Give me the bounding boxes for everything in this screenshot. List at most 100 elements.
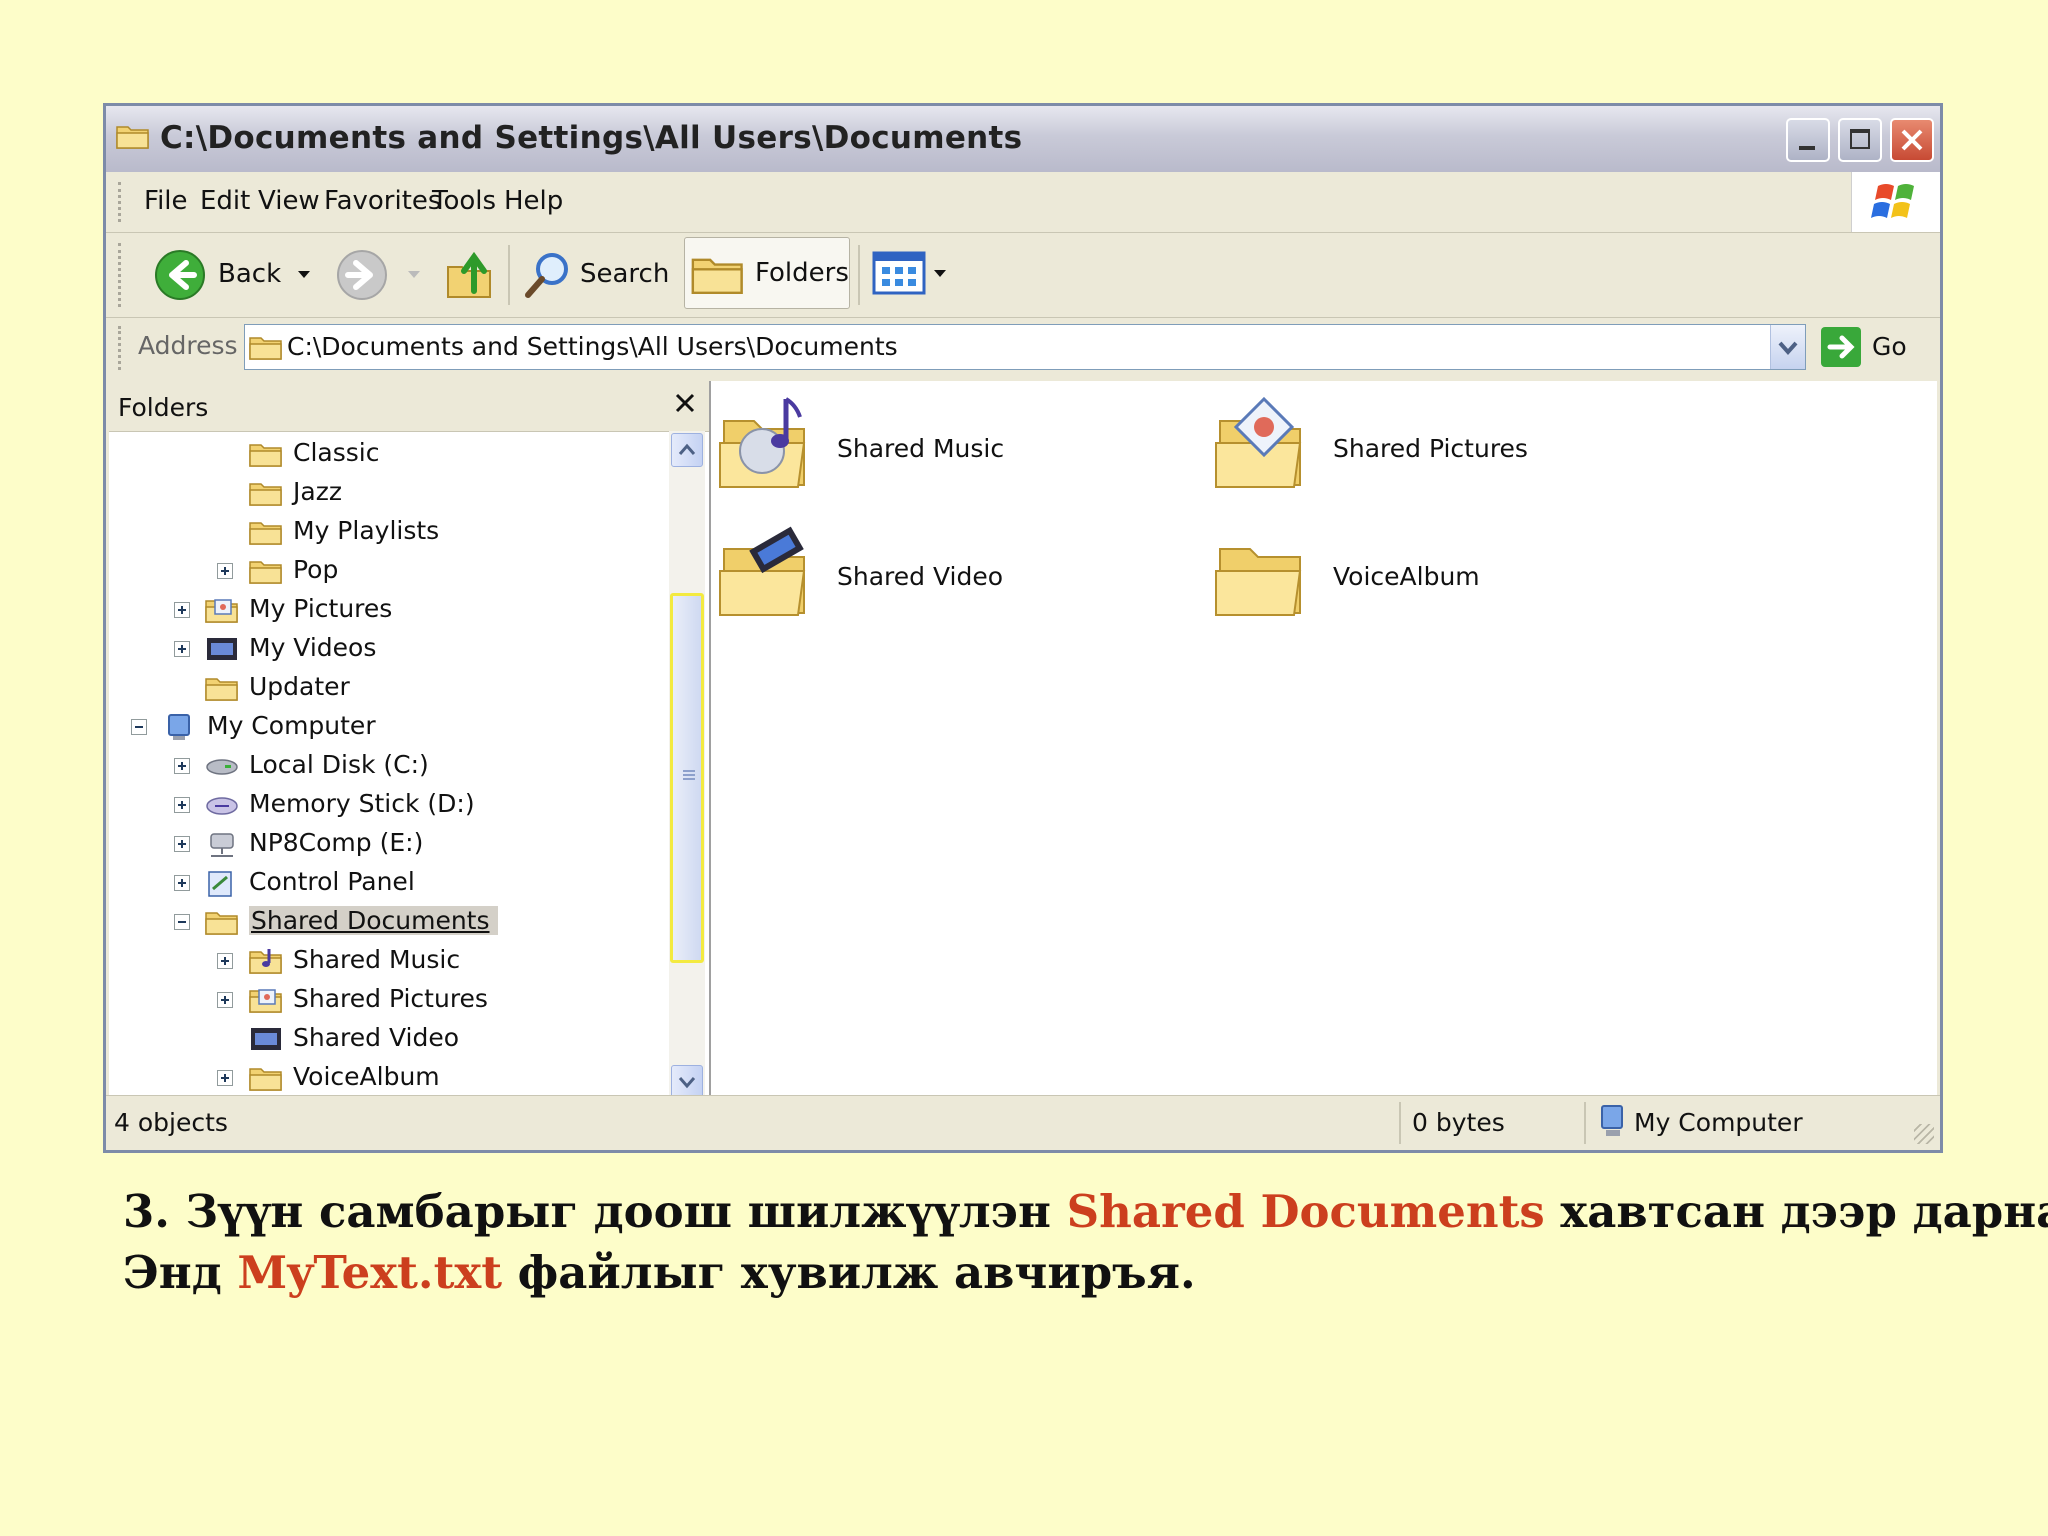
expand-icon[interactable] <box>217 563 233 579</box>
tree-item[interactable]: Shared Music <box>109 943 665 979</box>
tree-item[interactable]: Shared Video <box>109 1021 665 1057</box>
forward-arrow-icon <box>337 250 387 300</box>
toolbar-grip[interactable] <box>118 326 125 370</box>
caption-text: Энд <box>123 1246 238 1299</box>
tree-item[interactable]: Updater <box>109 670 665 706</box>
collapse-icon[interactable] <box>131 719 147 735</box>
memory-stick-icon <box>206 797 238 815</box>
content-item-voicealbum[interactable]: VoiceAlbum <box>1212 519 1512 629</box>
menu-bar: File Edit View Favorites Tools Help <box>106 172 1940 233</box>
toolbar-grip[interactable] <box>118 243 125 307</box>
folders-scrollbar[interactable] <box>669 431 705 1099</box>
close-button[interactable] <box>1890 118 1934 162</box>
scroll-down-button[interactable] <box>671 1065 703 1099</box>
content-item-label: Shared Pictures <box>1333 434 1528 463</box>
tree-item[interactable]: My Computer <box>109 709 665 745</box>
tree-item[interactable]: My Playlists <box>109 514 665 550</box>
tree-item-label: Control Panel <box>249 867 415 896</box>
forward-button[interactable] <box>336 247 426 303</box>
search-button[interactable]: Search <box>522 247 672 303</box>
menu-view[interactable]: View <box>258 186 320 216</box>
chevron-down-icon <box>1778 341 1798 356</box>
tree-item[interactable]: Jazz <box>109 475 665 511</box>
close-pane-icon[interactable] <box>671 389 699 417</box>
expand-icon[interactable] <box>174 797 190 813</box>
status-divider <box>1584 1102 1586 1144</box>
folder-icon <box>205 673 239 703</box>
caption-highlight: Shared Documents <box>1066 1185 1545 1238</box>
tree-item-label: Memory Stick (D:) <box>249 789 475 818</box>
expand-icon[interactable] <box>174 875 190 891</box>
folders-button[interactable]: Folders <box>684 237 850 309</box>
resize-grip-icon[interactable] <box>1914 1124 1934 1144</box>
address-input[interactable]: C:\Documents and Settings\All Users\Docu… <box>244 324 1806 370</box>
menu-tools[interactable]: Tools <box>432 186 496 216</box>
tree-item-label: My Playlists <box>293 516 440 545</box>
go-label: Go <box>1872 332 1907 361</box>
address-dropdown-button[interactable] <box>1770 325 1805 369</box>
tree-item[interactable]: Memory Stick (D:) <box>109 787 665 823</box>
scroll-thumb[interactable] <box>670 593 704 963</box>
chevron-down-icon <box>678 1077 696 1089</box>
tree-item[interactable]: My Videos <box>109 631 665 667</box>
collapse-icon[interactable] <box>174 914 190 930</box>
expand-icon[interactable] <box>174 641 190 657</box>
tree-item[interactable]: Pop <box>109 553 665 589</box>
menu-help[interactable]: Help <box>504 186 563 216</box>
back-button[interactable]: Back <box>154 247 324 303</box>
folders-pane: Folders Classic Jazz My Playlists Pop My Pic… <box>109 381 711 1099</box>
minimize-button[interactable] <box>1786 118 1830 162</box>
standard-toolbar: Back Search Folders <box>106 233 1940 318</box>
caption-highlight: MyText.txt <box>237 1246 502 1299</box>
content-item-shared-pictures[interactable]: Shared Pictures <box>1212 391 1528 501</box>
content-item-shared-music[interactable]: Shared Music <box>716 391 1016 501</box>
maximize-button[interactable] <box>1838 118 1882 162</box>
grip-icon <box>683 770 695 772</box>
windows-logo-icon <box>1851 172 1940 232</box>
toolbar-separator <box>508 245 510 305</box>
tree-item[interactable]: Shared Pictures <box>109 982 665 1018</box>
tree-item[interactable]: VoiceAlbum <box>109 1060 665 1096</box>
folder-icon <box>1215 548 1301 616</box>
scroll-up-button[interactable] <box>671 433 703 467</box>
title-bar[interactable]: C:\Documents and Settings\All Users\Docu… <box>106 106 1940 172</box>
tree-item-label: Classic <box>293 438 380 467</box>
hard-disk-icon <box>206 759 238 775</box>
menu-file[interactable]: File <box>144 186 188 216</box>
menu-favorites[interactable]: Favorites <box>324 186 441 216</box>
up-folder-icon[interactable] <box>444 247 496 303</box>
pictures-folder-icon <box>249 989 283 1015</box>
tree-item[interactable]: Local Disk (C:) <box>109 748 665 784</box>
expand-icon[interactable] <box>217 953 233 969</box>
tree-item[interactable]: My Pictures <box>109 592 665 628</box>
status-bar: 4 objects 0 bytes My Computer <box>106 1095 1940 1150</box>
folders-pane-title: Folders <box>118 393 209 422</box>
go-button[interactable]: Go <box>1820 324 1920 370</box>
video-folder-icon <box>719 526 805 616</box>
menu-edit[interactable]: Edit <box>200 186 250 216</box>
content-item-shared-video[interactable]: Shared Video <box>716 519 1016 629</box>
status-location: My Computer <box>1634 1108 1803 1137</box>
views-button[interactable] <box>872 251 952 301</box>
folders-icon <box>691 252 745 296</box>
close-icon <box>1901 129 1923 151</box>
folder-icon <box>249 556 283 586</box>
folder-icon <box>205 907 239 937</box>
tree-item[interactable]: Control Panel <box>109 865 665 901</box>
expand-icon[interactable] <box>174 602 190 618</box>
tree-item[interactable]: Classic <box>109 436 665 472</box>
tree-item-label: Shared Video <box>293 1023 460 1052</box>
expand-icon[interactable] <box>174 758 190 774</box>
toolbar-grip[interactable] <box>118 182 125 222</box>
control-panel-icon <box>208 871 232 897</box>
caption-line-2: Энд MyText.txt файлыг хувилж авчиръя. <box>123 1246 1196 1299</box>
tree-item[interactable]: Shared Documents <box>109 904 665 940</box>
expand-icon[interactable] <box>217 1070 233 1086</box>
expand-icon[interactable] <box>217 992 233 1008</box>
chevron-up-icon <box>678 443 696 455</box>
music-folder-icon <box>719 397 805 488</box>
expand-icon[interactable] <box>174 836 190 852</box>
tree-item[interactable]: NP8Comp (E:) <box>109 826 665 862</box>
chevron-down-icon[interactable] <box>298 271 310 278</box>
tree-item-label: My Computer <box>207 711 376 740</box>
